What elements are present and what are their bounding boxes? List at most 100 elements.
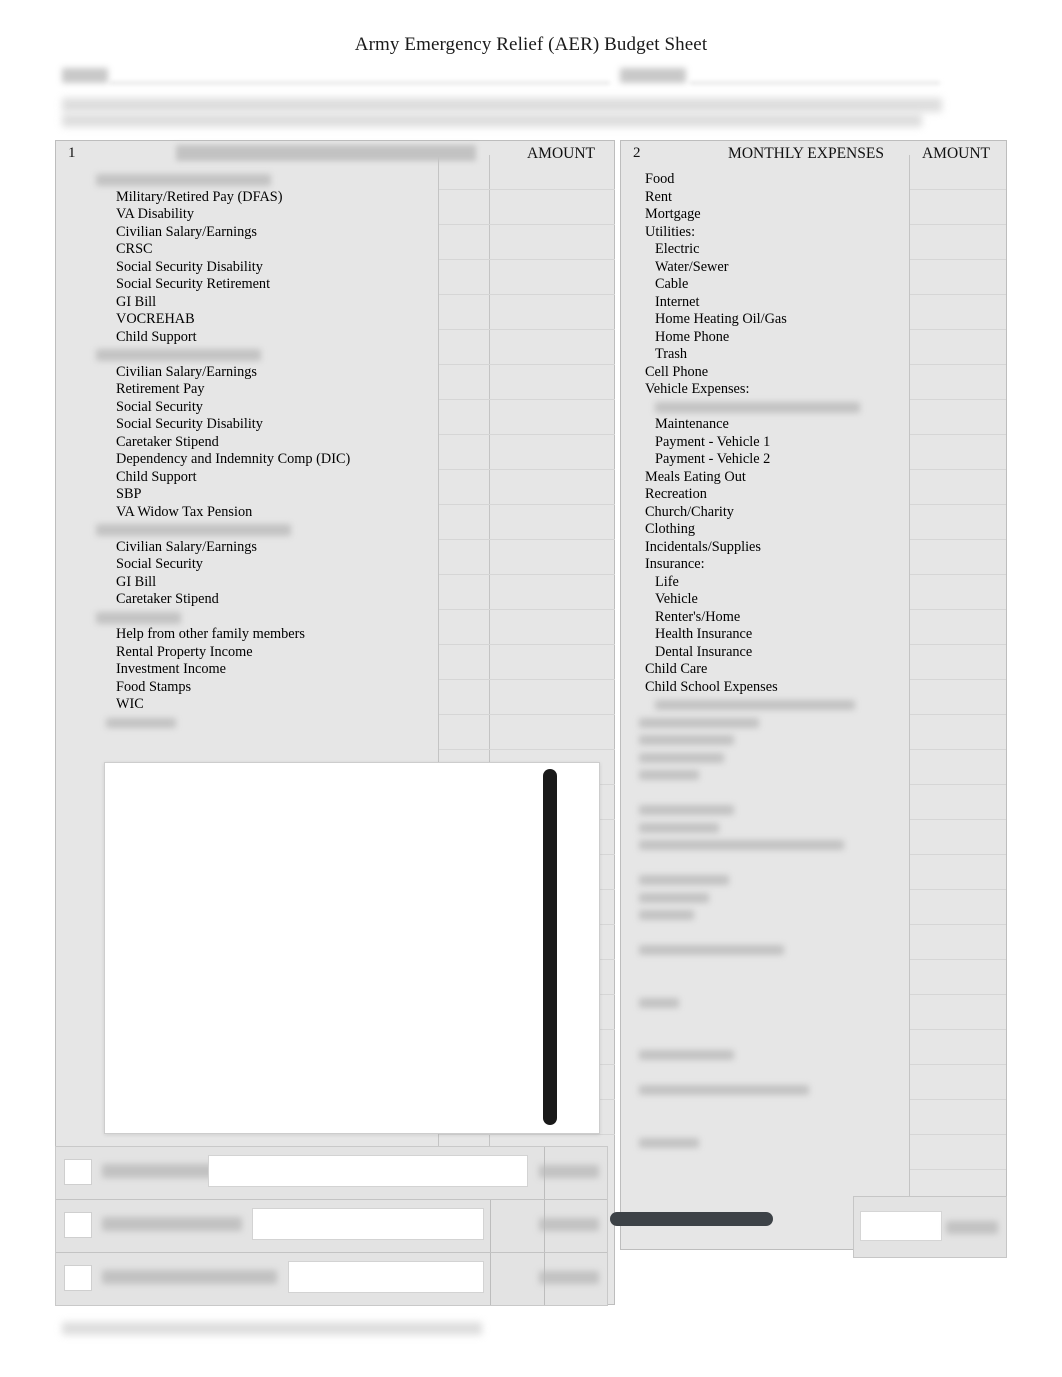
expense-redacted-label (639, 945, 784, 955)
expense-item-row[interactable]: Food (621, 171, 1006, 189)
expense-item-row[interactable]: Life (621, 574, 1006, 592)
expense-item-row[interactable]: Church/Charity (621, 504, 1006, 522)
expense-item-row[interactable]: Clothing (621, 521, 1006, 539)
totals-row[interactable] (56, 1200, 607, 1253)
totals-row-input[interactable] (252, 1208, 484, 1240)
expense-item-row[interactable]: Trash (621, 346, 1006, 364)
income-item-row[interactable]: Military/Retired Pay (DFAS) (56, 189, 614, 207)
income-item-row[interactable]: VA Widow Tax Pension (56, 504, 614, 522)
expense-item-row[interactable]: Water/Sewer (621, 259, 1006, 277)
expense-section-number: 2 (633, 145, 641, 161)
income-item-row[interactable]: GI Bill (56, 294, 614, 312)
vertical-scrollbar[interactable] (543, 769, 557, 1125)
totals-row[interactable] (56, 1147, 607, 1200)
expense-item-row[interactable]: Cable (621, 276, 1006, 294)
income-item-label: SBP (116, 486, 142, 502)
header-label-right (620, 68, 686, 83)
expense-item-row[interactable]: Incidentals/Supplies (621, 539, 1006, 557)
expense-item-row[interactable]: Vehicle (621, 591, 1006, 609)
income-group-heading (56, 521, 614, 539)
expense-item-row[interactable]: Maintenance (621, 416, 1006, 434)
income-item-row[interactable]: Social Security Disability (56, 259, 614, 277)
income-item-row[interactable]: Social Security (56, 556, 614, 574)
expense-item-label: Meals Eating Out (645, 468, 746, 485)
totals-row[interactable] (56, 1253, 607, 1305)
income-item-row[interactable]: SBP (56, 486, 614, 504)
expense-item-row[interactable]: Insurance: (621, 556, 1006, 574)
expense-total-input[interactable] (860, 1211, 942, 1241)
income-item-row[interactable]: Caretaker Stipend (56, 434, 614, 452)
expense-item-row[interactable]: Dental Insurance (621, 644, 1006, 662)
expense-item-row[interactable]: Vehicle Expenses: (621, 381, 1006, 399)
totals-row-checkbox[interactable] (64, 1159, 92, 1185)
income-section-number: 1 (68, 145, 76, 161)
expense-row-rule (910, 539, 1006, 540)
expense-item-row[interactable]: Child Care (621, 661, 1006, 679)
income-item-row[interactable]: Help from other family members (56, 626, 614, 644)
expense-item-row[interactable]: Meals Eating Out (621, 469, 1006, 487)
expense-item-row[interactable]: Payment - Vehicle 2 (621, 451, 1006, 469)
expense-redacted-row (621, 784, 1006, 802)
income-row-rule (439, 294, 615, 295)
page-title: Army Emergency Relief (AER) Budget Sheet (354, 34, 708, 55)
income-item-row[interactable]: Civilian Salary/Earnings (56, 539, 614, 557)
income-item-row[interactable]: Social Security Retirement (56, 276, 614, 294)
expense-item-row[interactable]: Health Insurance (621, 626, 1006, 644)
income-item-row[interactable]: GI Bill (56, 574, 614, 592)
income-item-row[interactable]: Retirement Pay (56, 381, 614, 399)
income-item-row[interactable]: Food Stamps (56, 679, 614, 697)
expense-redacted-label (639, 805, 734, 815)
totals-row-checkbox[interactable] (64, 1265, 92, 1291)
totals-row-value (539, 1271, 599, 1284)
expense-redacted-label (639, 770, 699, 780)
expense-redacted-row (621, 871, 1006, 889)
expense-item-row[interactable]: Child School Expenses (621, 679, 1006, 697)
expense-redacted-row (621, 889, 1006, 907)
expense-item-row[interactable]: Mortgage (621, 206, 1006, 224)
income-row-rule (439, 469, 615, 470)
income-item-label: VOCREHAB (116, 311, 195, 327)
income-row-rule (439, 539, 615, 540)
expense-item-row[interactable]: Electric (621, 241, 1006, 259)
income-item-row[interactable]: Child Support (56, 329, 614, 347)
income-item-row[interactable]: WIC (56, 696, 614, 714)
income-item-row[interactable]: Social Security Disability (56, 416, 614, 434)
expense-item-row[interactable]: Payment - Vehicle 1 (621, 434, 1006, 452)
expense-item-row[interactable]: Utilities: (621, 224, 1006, 242)
expense-item-row[interactable]: Cell Phone (621, 364, 1006, 382)
expense-redacted-label (639, 822, 719, 833)
income-item-row[interactable]: CRSC (56, 241, 614, 259)
expense-item-row[interactable]: Recreation (621, 486, 1006, 504)
expense-redacted-row (621, 941, 1006, 959)
income-item-row[interactable]: Civilian Salary/Earnings (56, 364, 614, 382)
income-item-label: Military/Retired Pay (DFAS) (116, 188, 283, 205)
expense-item-row[interactable]: Renter's/Home (621, 609, 1006, 627)
totals-row-input[interactable] (288, 1261, 484, 1293)
income-item-row[interactable]: Child Support (56, 469, 614, 487)
income-item-row[interactable]: Investment Income (56, 661, 614, 679)
expense-item-label: Incidentals/Supplies (645, 538, 761, 555)
income-group-heading (56, 609, 614, 627)
horizontal-scrollbar[interactable] (610, 1212, 773, 1226)
income-item-row[interactable]: Civilian Salary/Earnings (56, 224, 614, 242)
floating-panel[interactable] (104, 762, 600, 1134)
income-item-row[interactable]: Rental Property Income (56, 644, 614, 662)
income-item-label: Civilian Salary/Earnings (116, 538, 257, 555)
income-item-row[interactable]: Social Security (56, 399, 614, 417)
income-item-label: Food Stamps (116, 678, 192, 695)
expense-item-row[interactable]: Home Phone (621, 329, 1006, 347)
totals-row-checkbox[interactable] (64, 1212, 92, 1238)
income-item-row[interactable]: Caretaker Stipend (56, 591, 614, 609)
expense-redacted-row (621, 994, 1006, 1012)
income-item-row[interactable]: Dependency and Indemnity Comp (DIC) (56, 451, 614, 469)
expense-item-row[interactable]: Home Heating Oil/Gas (621, 311, 1006, 329)
income-item-row[interactable]: VOCREHAB (56, 311, 614, 329)
totals-row-input[interactable] (208, 1155, 528, 1187)
income-row-rule (439, 189, 615, 190)
income-item-row[interactable]: VA Disability (56, 206, 614, 224)
expense-redacted-label (639, 1137, 699, 1148)
expense-item-row[interactable]: Rent (621, 189, 1006, 207)
expense-item-row[interactable]: Internet (621, 294, 1006, 312)
expense-item-row[interactable] (621, 399, 1006, 417)
expense-redacted-label (639, 717, 759, 728)
